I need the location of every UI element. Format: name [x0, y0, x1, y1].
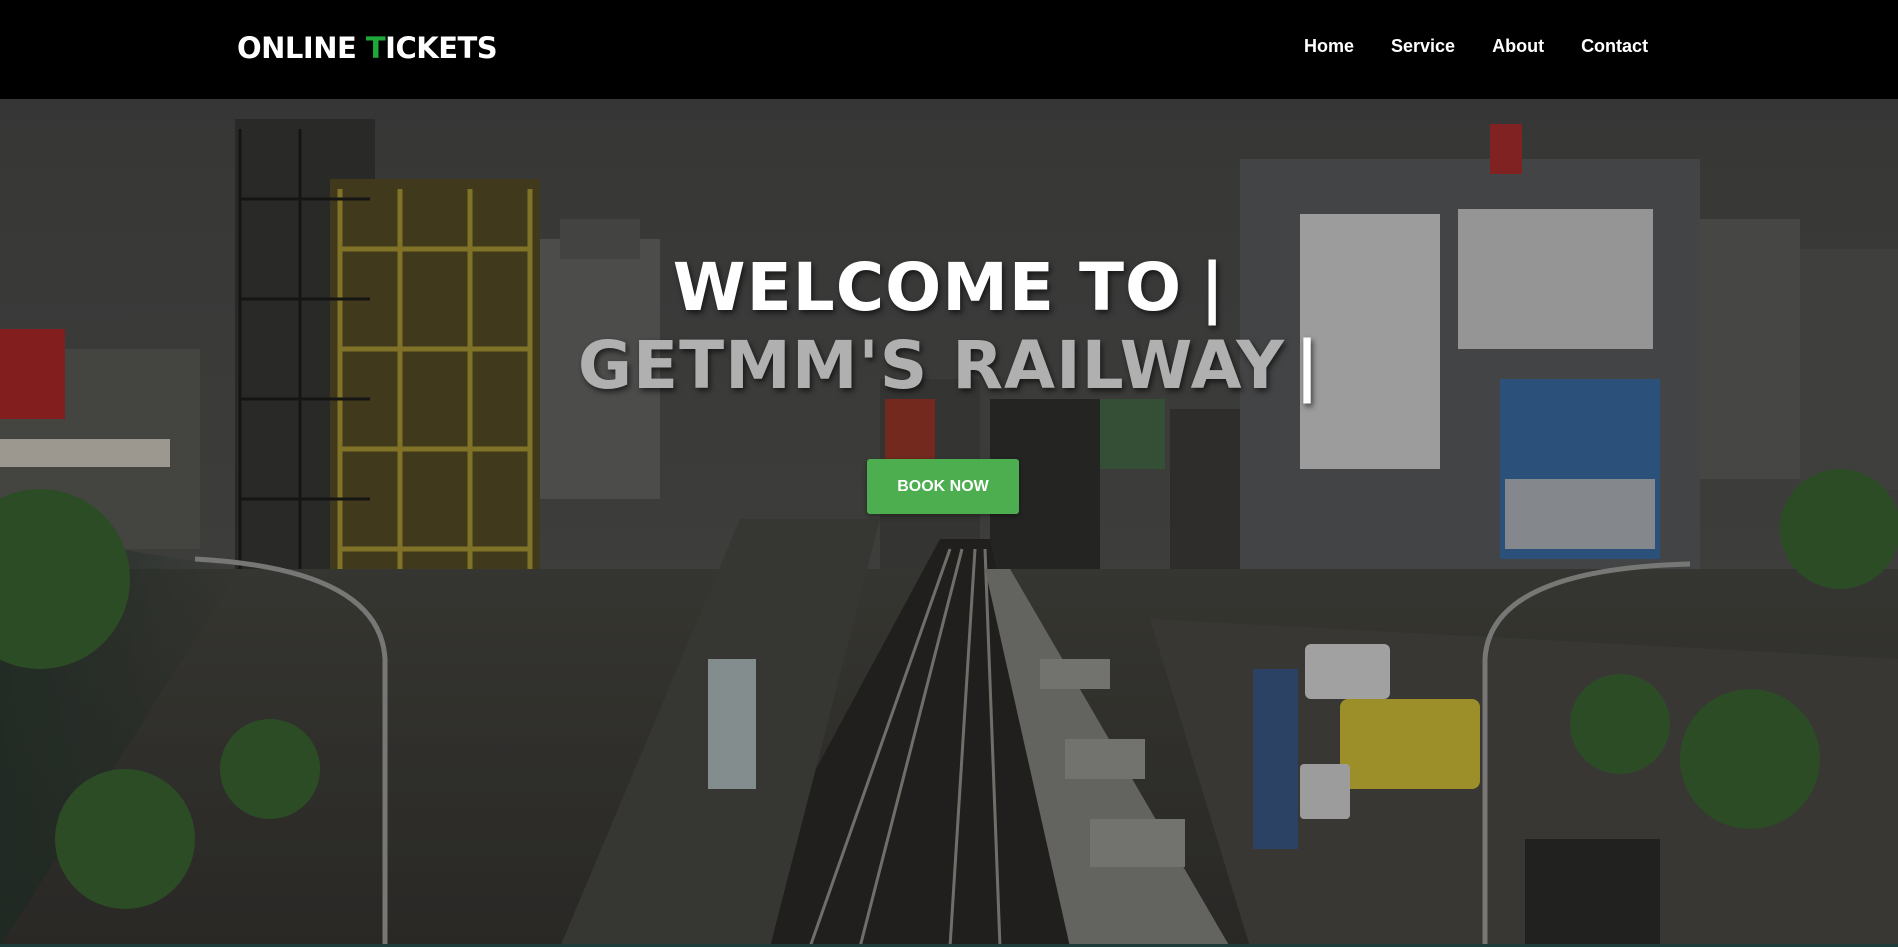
- headline-line2-text: GETMM'S RAILWAY: [577, 327, 1286, 404]
- typing-cursor-1: |: [1200, 249, 1226, 326]
- navbar: ONLINE TICKETS Home Service About Contac…: [0, 0, 1898, 99]
- typing-cursor-2: |: [1295, 327, 1321, 404]
- logo-accent-letter: T: [365, 31, 386, 65]
- nav-service-link[interactable]: Service: [1391, 36, 1455, 57]
- logo-text-part2: ICKETS: [385, 31, 498, 65]
- hero-headline-line2: GETMM'S RAILWAY |: [0, 327, 1898, 404]
- site-logo[interactable]: ONLINE TICKETS: [237, 31, 498, 65]
- nav-about-link[interactable]: About: [1492, 36, 1544, 57]
- hero-headline-line1: WELCOME TO |: [0, 249, 1898, 326]
- hero-dark-overlay: [0, 99, 1898, 947]
- logo-text-part1: ONLINE: [237, 31, 366, 65]
- main-nav: Home Service About Contact: [1304, 36, 1648, 57]
- headline-line1-text: WELCOME TO: [672, 249, 1183, 326]
- book-now-button[interactable]: BOOK NOW: [867, 459, 1019, 514]
- hero-section: WELCOME TO | GETMM'S RAILWAY | BOOK NOW: [0, 99, 1898, 947]
- nav-contact-link[interactable]: Contact: [1581, 36, 1648, 57]
- nav-home-link[interactable]: Home: [1304, 36, 1354, 57]
